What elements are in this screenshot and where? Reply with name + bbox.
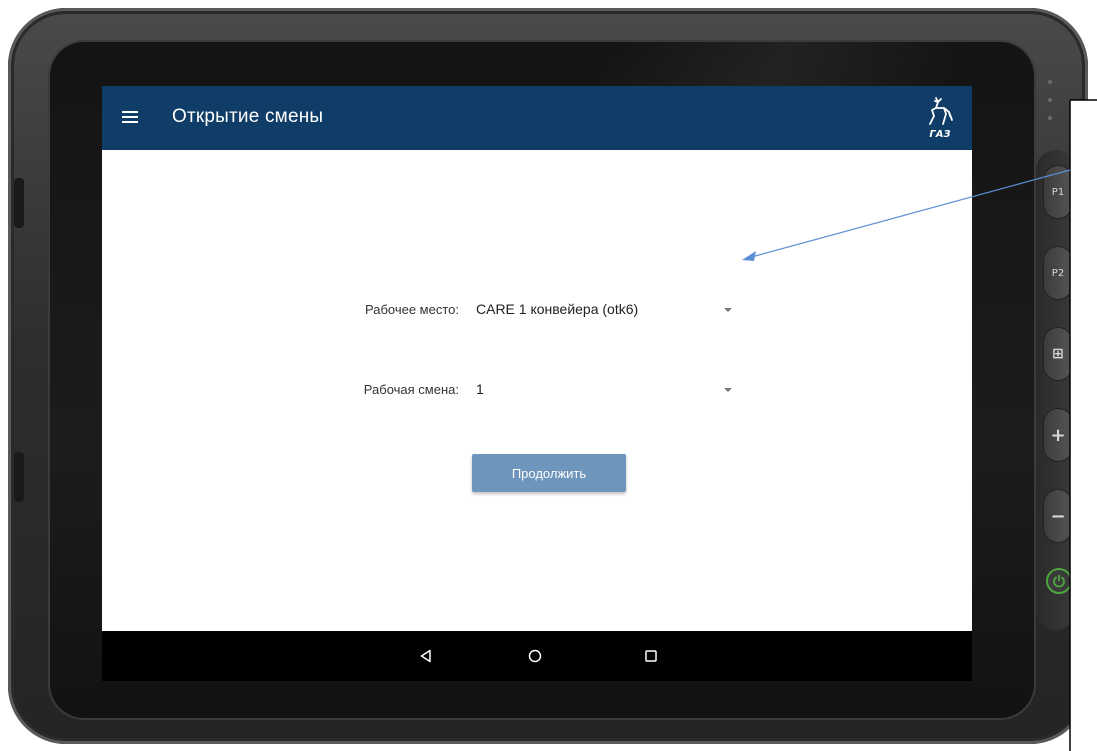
windows-hardware-button[interactable]: ⊞ — [1043, 327, 1073, 381]
shift-label: Рабочая смена: — [363, 382, 459, 397]
sensor-dot — [1048, 80, 1052, 84]
back-nav-button[interactable] — [413, 643, 439, 669]
caret-down-icon — [724, 388, 732, 392]
workplace-select[interactable]: CARE 1 конвейера (otk6) — [468, 296, 736, 324]
power-button[interactable] — [1046, 568, 1072, 594]
caret-down-icon — [724, 308, 732, 312]
workplace-row: Рабочее место: CARE 1 конвейера (otk6) — [102, 296, 972, 324]
gaz-deer-logo-icon — [929, 97, 953, 125]
volume-down-button[interactable]: − — [1043, 489, 1073, 543]
gaz-logo: ГАЗ — [922, 94, 958, 142]
left-side-grip — [14, 178, 24, 228]
volume-up-button[interactable]: + — [1043, 408, 1073, 462]
power-icon — [1053, 574, 1065, 588]
triangle-back-icon — [420, 649, 431, 663]
p2-hardware-button[interactable]: P2 — [1043, 246, 1073, 300]
annotation-callout-box — [1070, 100, 1097, 751]
frame-reflection — [589, 42, 971, 86]
home-nav-button[interactable] — [522, 643, 548, 669]
device-photo: P1 P2 ⊞ + − Открытие смены ГАЗ Рабочее м… — [0, 0, 1097, 751]
shift-row: Рабочая смена: 1 — [102, 376, 972, 404]
sensor-dot — [1048, 98, 1052, 102]
sensor-dot — [1048, 116, 1052, 120]
device-screen: Открытие смены ГАЗ Рабочее место: CARE 1… — [102, 86, 972, 681]
shift-select[interactable]: 1 — [468, 376, 736, 404]
shift-value: 1 — [476, 381, 484, 397]
square-recents-icon — [645, 650, 657, 662]
workplace-label: Рабочее место: — [364, 302, 459, 317]
workplace-value: CARE 1 конвейера (otk6) — [476, 301, 639, 317]
p1-hardware-button[interactable]: P1 — [1043, 165, 1073, 219]
android-nav-bar — [102, 631, 972, 681]
shift-form: Рабочее место: CARE 1 конвейера (otk6) Р… — [102, 150, 972, 631]
hamburger-menu-icon[interactable] — [122, 108, 138, 128]
recents-nav-button[interactable] — [638, 643, 664, 669]
logo-text: ГАЗ — [929, 129, 951, 140]
app-bar: Открытие смены ГАЗ — [102, 86, 972, 150]
page-title: Открытие смены — [172, 106, 324, 127]
circle-home-icon — [528, 649, 542, 663]
continue-button[interactable]: Продолжить — [472, 454, 626, 492]
left-side-grip — [14, 452, 24, 502]
